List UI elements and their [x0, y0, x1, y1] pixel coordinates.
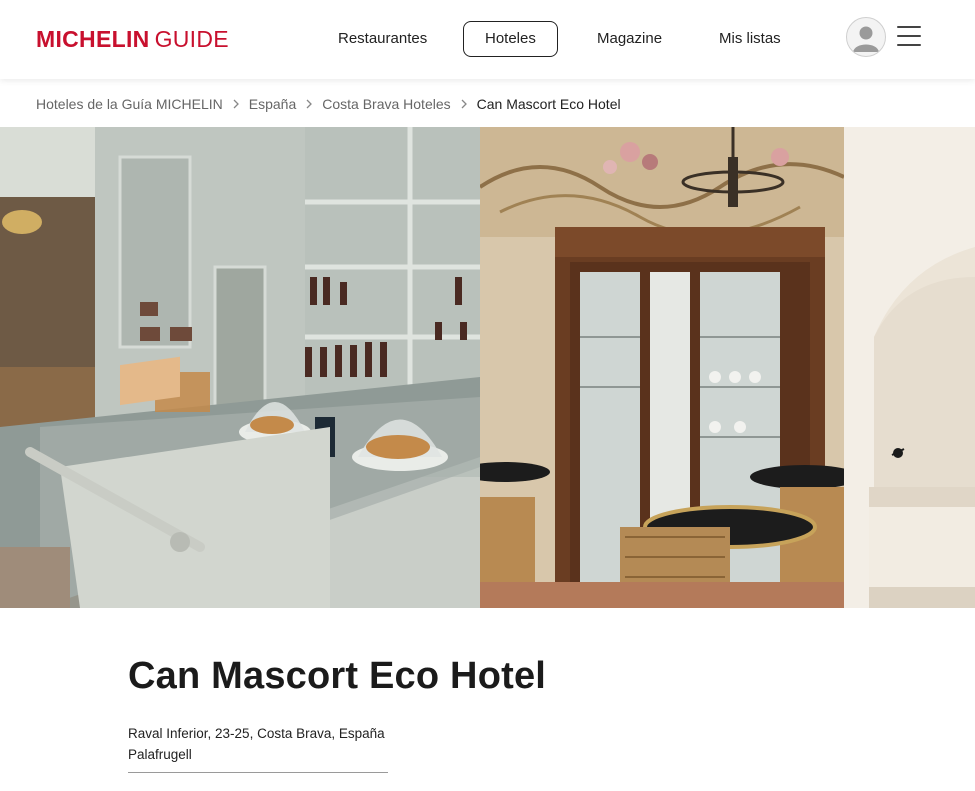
logo-secondary: GUIDE [154, 26, 229, 52]
gallery-photo-counter[interactable] [0, 127, 480, 608]
nav-mis-listas[interactable]: Mis listas [719, 21, 781, 57]
breadcrumb-espana[interactable]: España [249, 96, 296, 112]
chevron-right-icon [233, 99, 239, 109]
michelin-guide-logo[interactable]: MICHELIN GUIDE [36, 25, 229, 53]
site-header: MICHELIN GUIDE Restaurantes Hoteles Magaz… [0, 0, 975, 79]
breadcrumb-costa-brava[interactable]: Costa Brava Hoteles [322, 96, 450, 112]
nav-magazine[interactable]: Magazine [597, 21, 662, 57]
hotel-title: Can Mascort Eco Hotel [128, 655, 547, 697]
breadcrumb-current: Can Mascort Eco Hotel [476, 96, 621, 112]
address-city: Palafrugell [128, 747, 192, 762]
gallery-photo-dining[interactable] [480, 127, 844, 608]
nav-restaurantes[interactable]: Restaurantes [338, 21, 427, 57]
logo-primary: MICHELIN [36, 26, 150, 52]
photo-gallery [0, 127, 975, 608]
hotel-address: Raval Inferior, 23-25, Costa Brava, Espa… [128, 723, 388, 765]
address-line: Raval Inferior, 23-25, Costa Brava, Espa… [128, 726, 385, 741]
nav-hoteles[interactable]: Hoteles [463, 21, 558, 57]
address-divider [128, 772, 388, 773]
gallery-photo-bedroom[interactable] [844, 127, 975, 608]
hamburger-menu-icon[interactable] [897, 26, 921, 48]
user-avatar-icon[interactable] [846, 17, 886, 57]
chevron-right-icon [306, 99, 313, 109]
chevron-right-icon [461, 99, 467, 109]
breadcrumb: Hoteles de la Guía MICHELIN España Costa… [36, 94, 621, 114]
breadcrumb-hoteles-guia[interactable]: Hoteles de la Guía MICHELIN [36, 96, 223, 112]
